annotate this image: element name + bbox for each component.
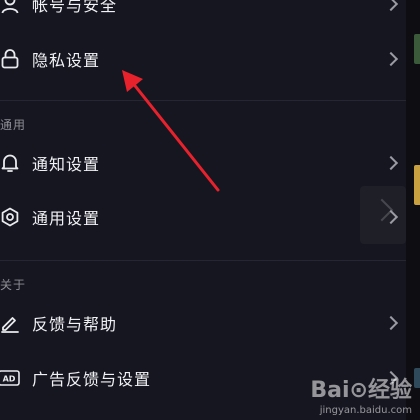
baidu-jingyan-watermark: Bai⊙经验 jingyan.baidu.com [296, 372, 414, 416]
notification-settings-label: 通知设置 [32, 155, 101, 174]
user-icon [0, 0, 20, 14]
background-thumbnail [414, 165, 420, 205]
chevron-right-icon [383, 155, 399, 171]
chevron-right-icon [383, 0, 399, 12]
ad-feedback-settings-label: 广告反馈与设置 [32, 370, 152, 389]
notification-settings-item[interactable]: 通知设置 [0, 137, 406, 189]
background-thumbnail [414, 34, 420, 64]
section-divider [0, 100, 406, 101]
section-divider [0, 260, 406, 261]
watermark-brand: Bai⊙经验 [310, 378, 412, 403]
privacy-settings-item[interactable]: 隐私设置 [0, 33, 406, 85]
gear-icon [0, 207, 20, 227]
general-settings-label: 通用设置 [32, 209, 101, 228]
background-thumbnail [414, 368, 420, 388]
lock-icon [0, 49, 20, 69]
bell-icon [0, 153, 20, 173]
privacy-settings-label: 隐私设置 [32, 51, 101, 70]
section-title-about: 关于 [0, 278, 27, 292]
general-settings-item[interactable]: 通用设置 [0, 191, 406, 243]
chevron-right-icon [383, 315, 399, 331]
ad-icon-text: AD [3, 375, 16, 384]
chevron-right-icon [383, 51, 399, 67]
edit-icon [0, 313, 20, 333]
account-security-label: 帐号与安全 [32, 0, 118, 15]
feedback-help-item[interactable]: 反馈与帮助 [0, 297, 406, 349]
section-title-general: 通用 [0, 118, 27, 132]
background-content-strip [406, 0, 420, 420]
ad-icon: AD [0, 368, 20, 388]
settings-screen: 帐号与安全 隐私设置 通用 通知设置 通用设置 关于 反馈与帮助 AD 广告反馈… [0, 0, 420, 420]
feedback-help-label: 反馈与帮助 [32, 315, 118, 334]
account-security-item[interactable]: 帐号与安全 [0, 0, 406, 30]
chevron-right-icon [383, 209, 399, 225]
watermark-url: jingyan.baidu.com [319, 405, 412, 416]
